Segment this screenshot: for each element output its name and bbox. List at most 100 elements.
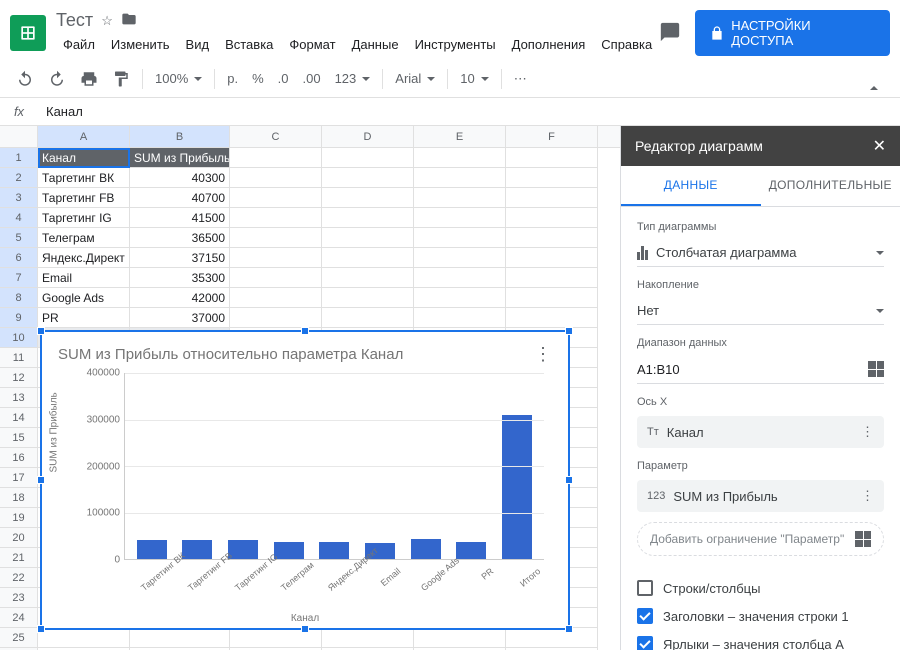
menu-дополнения[interactable]: Дополнения: [505, 33, 593, 56]
row-header[interactable]: 1: [0, 148, 38, 168]
cell[interactable]: Канал: [38, 148, 130, 168]
bar[interactable]: [274, 542, 304, 559]
cell[interactable]: Email: [38, 268, 130, 288]
cell[interactable]: [230, 228, 322, 248]
cell[interactable]: [414, 288, 506, 308]
cell[interactable]: [322, 208, 414, 228]
cell[interactable]: [230, 268, 322, 288]
cell[interactable]: [506, 268, 598, 288]
cell[interactable]: [230, 248, 322, 268]
menu-справка[interactable]: Справка: [594, 33, 659, 56]
cell[interactable]: SUM из Прибыль: [130, 148, 230, 168]
folder-icon[interactable]: [121, 11, 137, 30]
cell[interactable]: [230, 168, 322, 188]
cell[interactable]: [506, 248, 598, 268]
cell[interactable]: [322, 168, 414, 188]
share-button[interactable]: НАСТРОЙКИ ДОСТУПА: [695, 10, 890, 56]
labels-colA-checkbox[interactable]: Ярлыки – значения столбца А: [637, 630, 884, 650]
col-header-D[interactable]: D: [322, 126, 414, 147]
more-toolbar-icon[interactable]: ⋯: [508, 67, 533, 91]
cell[interactable]: Яндекс.Директ: [38, 248, 130, 268]
sheets-logo[interactable]: [10, 15, 46, 51]
cell[interactable]: Таргетинг ВК: [38, 168, 130, 188]
cell[interactable]: [506, 628, 598, 648]
bar[interactable]: [456, 542, 486, 559]
add-series-button[interactable]: Добавить ограничение "Параметр": [637, 522, 884, 556]
fx-label[interactable]: fx: [0, 104, 38, 119]
doc-title[interactable]: Тест: [56, 10, 93, 31]
cell[interactable]: [38, 628, 130, 648]
cell[interactable]: [230, 308, 322, 328]
cell[interactable]: [506, 188, 598, 208]
resize-handle[interactable]: [37, 476, 45, 484]
cell[interactable]: [414, 228, 506, 248]
resize-handle[interactable]: [565, 625, 573, 633]
close-icon[interactable]: ✕: [873, 136, 886, 156]
row-header[interactable]: 5: [0, 228, 38, 248]
cell[interactable]: [322, 628, 414, 648]
row-header[interactable]: 22: [0, 568, 38, 588]
increase-decimal[interactable]: .00: [297, 67, 327, 90]
row-header[interactable]: 20: [0, 528, 38, 548]
currency-format[interactable]: р.: [221, 67, 244, 90]
headers-row1-checkbox[interactable]: Заголовки – значения строки 1: [637, 602, 884, 630]
col-header-F[interactable]: F: [506, 126, 598, 147]
resize-handle[interactable]: [565, 476, 573, 484]
row-header[interactable]: 13: [0, 388, 38, 408]
cell[interactable]: [414, 148, 506, 168]
row-header[interactable]: 6: [0, 248, 38, 268]
row-header[interactable]: 19: [0, 508, 38, 528]
bar[interactable]: [411, 539, 441, 559]
cell[interactable]: [506, 168, 598, 188]
row-header[interactable]: 18: [0, 488, 38, 508]
tab-data[interactable]: ДАННЫЕ: [621, 166, 761, 206]
chart-menu-icon[interactable]: ⋮: [534, 344, 552, 365]
row-header[interactable]: 2: [0, 168, 38, 188]
cell[interactable]: [230, 208, 322, 228]
cell[interactable]: [322, 288, 414, 308]
bar[interactable]: [319, 542, 349, 559]
grid-icon[interactable]: [868, 361, 884, 377]
cell[interactable]: [322, 308, 414, 328]
cell[interactable]: 36500: [130, 228, 230, 248]
row-header[interactable]: 3: [0, 188, 38, 208]
resize-handle[interactable]: [565, 327, 573, 335]
cell[interactable]: 42000: [130, 288, 230, 308]
row-header[interactable]: 25: [0, 628, 38, 648]
cell[interactable]: [506, 228, 598, 248]
menu-формат[interactable]: Формат: [282, 33, 342, 56]
cell[interactable]: 40700: [130, 188, 230, 208]
redo-icon[interactable]: [42, 66, 72, 92]
switch-rows-cols-checkbox[interactable]: Строки/столбцы: [637, 574, 884, 602]
row-header[interactable]: 9: [0, 308, 38, 328]
cell[interactable]: [506, 148, 598, 168]
number-format-select[interactable]: 123: [329, 67, 377, 90]
cell[interactable]: 35300: [130, 268, 230, 288]
bar[interactable]: [502, 415, 532, 559]
resize-handle[interactable]: [301, 625, 309, 633]
cell[interactable]: [414, 248, 506, 268]
cell[interactable]: [414, 308, 506, 328]
paint-format-icon[interactable]: [106, 66, 136, 92]
row-header[interactable]: 17: [0, 468, 38, 488]
cell[interactable]: [230, 288, 322, 308]
zoom-select[interactable]: 100%: [149, 67, 208, 90]
cell[interactable]: Телеграм: [38, 228, 130, 248]
cell[interactable]: [322, 248, 414, 268]
cell[interactable]: Google Ads: [38, 288, 130, 308]
cell[interactable]: [322, 228, 414, 248]
font-size-select[interactable]: 10: [454, 67, 494, 90]
row-header[interactable]: 14: [0, 408, 38, 428]
row-header[interactable]: 10: [0, 328, 38, 348]
cell[interactable]: [414, 268, 506, 288]
cell[interactable]: [506, 288, 598, 308]
cell[interactable]: [414, 208, 506, 228]
more-icon[interactable]: ⋮: [861, 488, 874, 504]
cell[interactable]: [230, 148, 322, 168]
cell[interactable]: [414, 628, 506, 648]
cell[interactable]: PR: [38, 308, 130, 328]
cell[interactable]: [506, 208, 598, 228]
series-chip[interactable]: 123 SUM из Прибыль ⋮: [637, 480, 884, 512]
cell[interactable]: 37150: [130, 248, 230, 268]
row-header[interactable]: 21: [0, 548, 38, 568]
